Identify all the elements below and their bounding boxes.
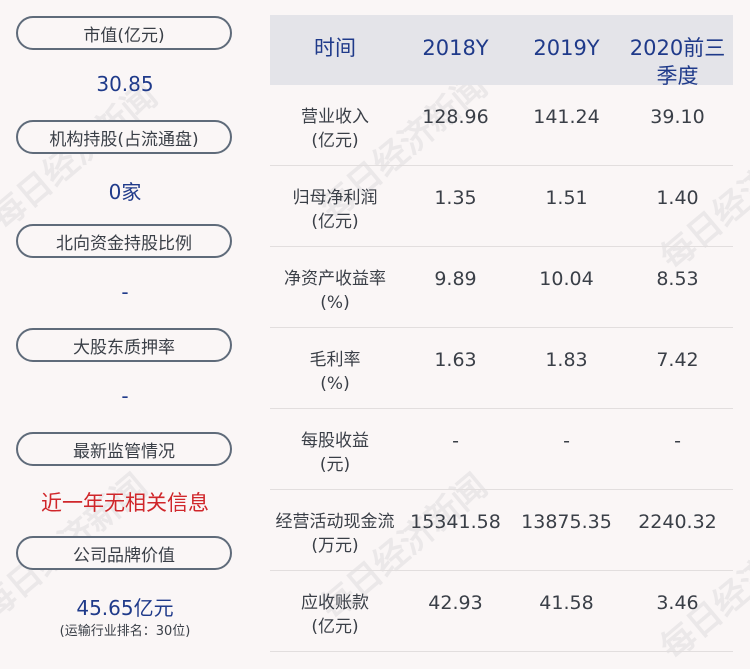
- row-label-name: 归母净利润: [292, 188, 378, 208]
- row-label: 营业收入 (亿元): [270, 85, 400, 165]
- row-label: 归母净利润 (亿元): [270, 166, 400, 246]
- brand-rank-note: (运输行业排名：30位): [59, 624, 191, 639]
- table-cell: 39.10: [650, 106, 705, 128]
- table-cell: 1.83: [545, 349, 588, 371]
- table-row: 归母净利润 (亿元) 1.35 1.51 1.40: [270, 166, 733, 247]
- table-row: 经营活动现金流 (万元) 15341.58 13875.35 2240.32: [270, 490, 733, 571]
- table-cell: 3.46: [656, 592, 699, 614]
- market-cap-value: 30.85: [96, 72, 154, 96]
- table-cell: -: [452, 430, 459, 452]
- table-cell: 7.42: [656, 349, 699, 371]
- table-row: 营业收入 (亿元) 128.96 141.24 39.10: [270, 85, 733, 166]
- row-label-name: 营业收入: [301, 107, 369, 127]
- table-cell: 42.93: [428, 592, 483, 614]
- table-cell: 15341.58: [410, 511, 501, 533]
- table-cell: 9.89: [434, 268, 477, 290]
- institutional-holding-value: 0家: [108, 180, 142, 204]
- header-2018: 2018Y: [422, 36, 489, 60]
- table-cell: 8.53: [656, 268, 699, 290]
- row-label: 经营活动现金流 (万元): [270, 490, 400, 570]
- row-label-unit: (亿元): [311, 617, 359, 637]
- table-row: 每股收益 (元) - - -: [270, 409, 733, 490]
- table-row: 应收账款 (亿元) 42.93 41.58 3.46: [270, 571, 733, 652]
- table-cell: 1.63: [434, 349, 477, 371]
- header-2020q3: 2020前三季度: [629, 36, 726, 88]
- table-cell: -: [563, 430, 570, 452]
- company-summary-panel: 市值(亿元) 30.85 机构持股(占流通盘) 0家 北向资金持股比例 - 大股…: [0, 0, 250, 667]
- table-row: 毛利率 (%) 1.63 1.83 7.42: [270, 328, 733, 409]
- header-2019: 2019Y: [533, 36, 600, 60]
- table-cell: 1.51: [545, 187, 588, 209]
- financials-table: 时间 2018Y 2019Y 2020前三季度 营业收入 (亿元) 128.96 …: [270, 15, 733, 652]
- row-label-name: 净资产收益率: [284, 269, 386, 289]
- regulatory-status-value: 近一年无相关信息: [41, 491, 209, 515]
- row-label-unit: (元): [319, 455, 351, 475]
- table-cell: 1.40: [656, 187, 699, 209]
- table-cell: 128.96: [422, 106, 489, 128]
- table-cell: 13875.35: [521, 511, 612, 533]
- row-label-unit: (亿元): [311, 131, 359, 151]
- row-label: 毛利率 (%): [270, 328, 400, 408]
- table-cell: 10.04: [539, 268, 594, 290]
- regulatory-status-label: 最新监管情况: [16, 432, 232, 466]
- row-label-unit: (亿元): [311, 212, 359, 232]
- table-row: 净资产收益率 (%) 9.89 10.04 8.53: [270, 247, 733, 328]
- row-label-name: 应收账款: [301, 593, 369, 613]
- brand-value-value: 45.65亿元: [76, 596, 174, 620]
- row-label: 应收账款 (亿元): [270, 571, 400, 651]
- table-cell: 41.58: [539, 592, 594, 614]
- institutional-holding-label: 机构持股(占流通盘): [16, 120, 232, 154]
- row-label: 净资产收益率 (%): [270, 247, 400, 327]
- row-label-unit: (%): [320, 293, 350, 313]
- market-cap-label: 市值(亿元): [16, 16, 232, 50]
- pledge-rate-label: 大股东质押率: [16, 328, 232, 362]
- header-period: 时间: [314, 36, 356, 60]
- pledge-rate-value: -: [121, 384, 129, 408]
- row-label-unit: (万元): [311, 536, 359, 556]
- table-cell: 1.35: [434, 187, 477, 209]
- row-label: 每股收益 (元): [270, 409, 400, 489]
- row-label-name: 毛利率: [309, 350, 361, 370]
- brand-value-label: 公司品牌价值: [16, 536, 232, 570]
- northbound-ratio-value: -: [121, 280, 129, 304]
- row-label-name: 每股收益: [301, 431, 369, 451]
- table-cell: 2240.32: [638, 511, 717, 533]
- row-label-unit: (%): [320, 374, 350, 394]
- table-header: 时间 2018Y 2019Y 2020前三季度: [270, 15, 733, 88]
- table-cell: -: [674, 430, 681, 452]
- row-label-name: 经营活动现金流: [275, 512, 395, 532]
- table-cell: 141.24: [533, 106, 600, 128]
- northbound-ratio-label: 北向资金持股比例: [16, 224, 232, 258]
